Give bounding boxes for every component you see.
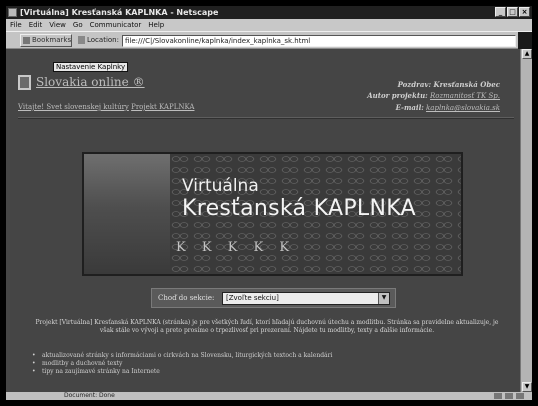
greeting: Pozdrav: Kresťanská Obec [397, 80, 500, 89]
minimize-button[interactable]: _ [495, 7, 506, 17]
scroll-up-icon[interactable]: ▲ [522, 49, 532, 59]
scroll-down-icon[interactable]: ▼ [522, 382, 532, 392]
feature-list: aktualizované stránky s informáciami o c… [32, 352, 502, 376]
security-icon[interactable] [494, 393, 502, 399]
page-viewport: Nastavenie Kaplnky Slovakia online ® Vit… [6, 49, 520, 392]
author-link[interactable]: Rozmanitosť TK Sp. [430, 92, 500, 100]
component-icon[interactable] [516, 393, 524, 399]
header-divider [18, 117, 514, 119]
window-controls: _ □ × [495, 7, 530, 17]
netscape-throbber-icon[interactable] [518, 32, 532, 49]
banner-title-line2: Kresťanská KAPLNKA [182, 196, 416, 221]
chapel-photo [84, 154, 170, 274]
window-title: [Virtuálna] Kresťanská KAPLNKA - Netscap… [20, 8, 219, 17]
menu-file[interactable]: File [10, 19, 22, 31]
author-info: Pozdrav: Kresťanská Obec Autor projektu:… [367, 79, 500, 114]
page-proxy-icon[interactable] [78, 36, 85, 44]
site-logo[interactable] [18, 75, 31, 90]
menu-edit[interactable]: Edit [29, 19, 43, 31]
bookmark-icon [23, 37, 30, 44]
bookmarks-label: Bookmarks [32, 36, 72, 44]
vertical-scrollbar[interactable]: ▲ ▼ [520, 49, 532, 392]
site-title-link[interactable]: Slovakia online ® [36, 75, 145, 89]
list-item: aktualizované stránky s informáciami o c… [32, 352, 502, 360]
location-toolbar: Bookmarks Location: file:///C|/Slovakonl… [6, 31, 532, 49]
section-select-value: [Zvoľte sekciu] [226, 294, 279, 302]
menu-view[interactable]: View [49, 19, 66, 31]
menu-bar: File Edit View Go Communicator Help [6, 19, 532, 31]
kaplnka-banner: Virtuálna Kresťanská KAPLNKA K K K K K [82, 152, 463, 276]
sub-link-culture[interactable]: Vitajte! Svet slovenskej kultúry [18, 103, 129, 111]
status-icons [494, 393, 524, 399]
chevron-down-icon[interactable]: ▼ [378, 293, 389, 304]
title-bar: [Virtuálna] Kresťanská KAPLNKA - Netscap… [6, 6, 532, 19]
author-line: Autor projektu: Rozmanitosť TK Sp. [367, 90, 500, 102]
tooltip: Nastavenie Kaplnky [53, 62, 129, 72]
list-item: tipy na zaujímavé stránky na Internete [32, 368, 502, 376]
author-label: Autor projektu: [367, 91, 428, 100]
email-line: E-mail: kaplnka@slovakia.sk [367, 102, 500, 114]
location-label-text: Location: [87, 36, 119, 44]
email-label: E-mail: [395, 103, 424, 112]
menu-go[interactable]: Go [73, 19, 83, 31]
menu-communicator[interactable]: Communicator [90, 19, 142, 31]
status-text: Document: Done [64, 392, 115, 399]
menu-help[interactable]: Help [148, 19, 164, 31]
banner-decoration: K K K K K [176, 240, 296, 255]
section-selector-label: Choď do sekcie: [158, 294, 215, 302]
section-select[interactable]: [Zvoľte sekciu] ▼ [222, 292, 390, 305]
intro-paragraph: Projekt [Virtuálna] Kresťanská KAPLNKA (… [35, 319, 499, 334]
banner-title-line1: Virtuálna [182, 176, 259, 196]
list-item: modlitby a duchovné texty [32, 360, 502, 368]
header-sub-links: Vitajte! Svet slovenskej kultúry Projekt… [18, 103, 194, 111]
section-selector: Choď do sekcie: [Zvoľte sekciu] ▼ [151, 288, 396, 308]
url-input[interactable]: file:///C|/Slovakonline/kaplnka/index_ka… [122, 35, 516, 47]
sub-link-project[interactable]: Projekt KAPLNKA [131, 103, 194, 111]
close-button[interactable]: × [519, 7, 530, 17]
maximize-button[interactable]: □ [507, 7, 518, 17]
location-label: Location: [78, 36, 119, 44]
email-link[interactable]: kaplnka@slovakia.sk [426, 104, 500, 112]
bookmarks-button[interactable]: Bookmarks [20, 34, 72, 47]
netscape-icon [8, 8, 17, 17]
mail-icon[interactable] [505, 393, 513, 399]
status-bar: Document: Done [6, 392, 532, 400]
browser-window: [Virtuálna] Kresťanská KAPLNKA - Netscap… [6, 6, 532, 400]
